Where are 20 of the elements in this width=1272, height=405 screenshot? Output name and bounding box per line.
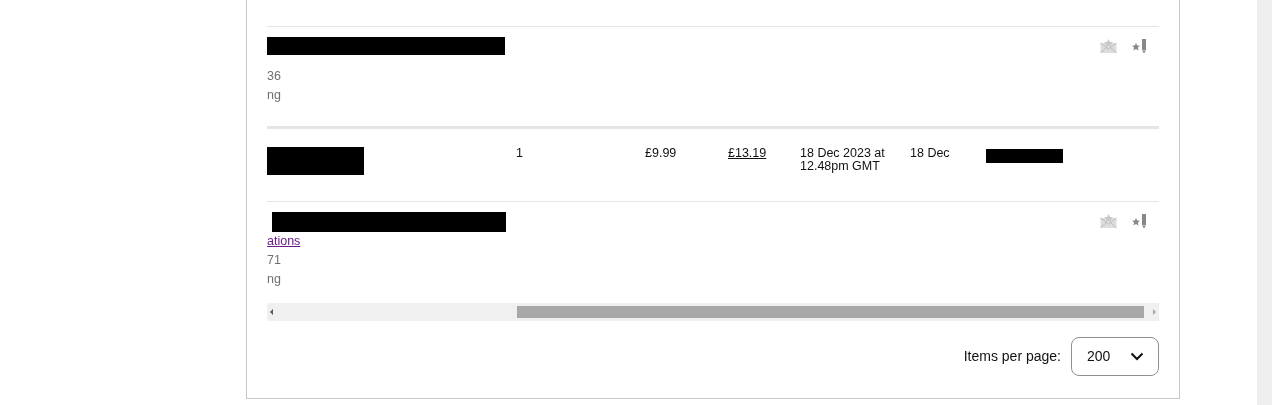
item-detail-text: 36	[267, 68, 282, 85]
price-text: £9.99	[645, 146, 677, 160]
items-per-page-select[interactable]: 200	[1071, 337, 1159, 376]
item-link[interactable]: ations	[267, 234, 301, 248]
chevron-down-icon	[1130, 352, 1144, 361]
item-detail-text: 71	[267, 251, 282, 269]
items-per-page-label: Items per page:	[963, 347, 1061, 366]
star-pencil-icon[interactable]	[1131, 213, 1147, 229]
envelope-icon[interactable]	[1100, 39, 1117, 53]
item-detail-text: ng	[267, 270, 282, 288]
selected-value: 200	[1087, 347, 1111, 366]
dispatch-date-text: 18 Dec	[910, 146, 950, 160]
item-detail-text: ng	[267, 87, 282, 104]
horizontal-scrollbar[interactable]	[267, 303, 1159, 321]
date-text: 18 Dec 2023 at 12.48pm GMT	[800, 147, 886, 173]
envelope-icon[interactable]	[1100, 214, 1117, 228]
star-pencil-icon[interactable]	[1131, 38, 1147, 54]
scrollbar-thumb[interactable]	[517, 306, 1144, 318]
total-link[interactable]: £13.19	[728, 146, 767, 160]
quantity-text: 1	[516, 146, 523, 160]
